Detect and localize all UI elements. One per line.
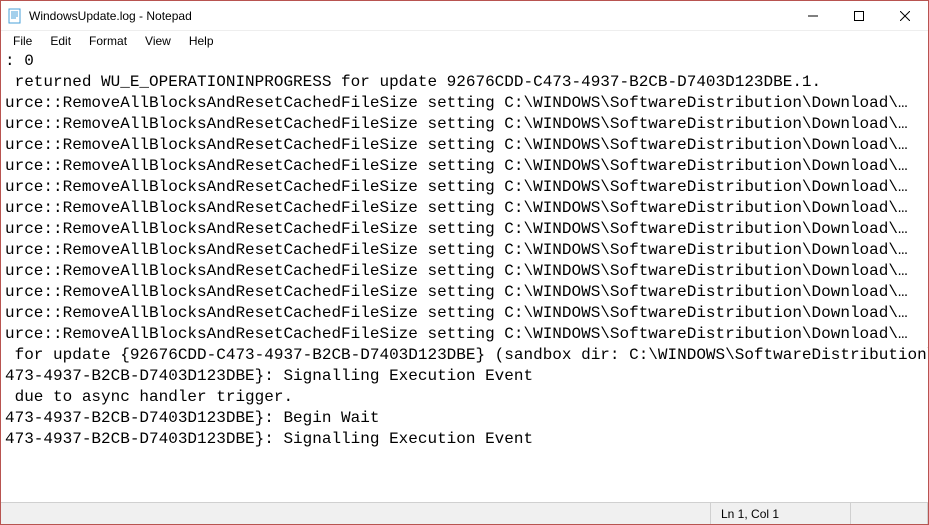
menu-view[interactable]: View [137,32,179,50]
minimize-button[interactable] [790,1,836,30]
menu-edit[interactable]: Edit [42,32,79,50]
menu-format[interactable]: Format [81,32,135,50]
maximize-button[interactable] [836,1,882,30]
statusbar-right [851,503,928,524]
notepad-window: WindowsUpdate.log - Notepad File Edit Fo… [1,1,928,524]
text-content[interactable]: : 0 returned WU_E_OPERATIONINPROGRESS fo… [1,51,928,450]
window-title: WindowsUpdate.log - Notepad [29,9,192,23]
statusbar-left [1,503,711,524]
close-button[interactable] [882,1,928,30]
notepad-icon [7,8,23,24]
menubar: File Edit Format View Help [1,31,928,51]
statusbar-position: Ln 1, Col 1 [711,503,851,524]
menu-file[interactable]: File [5,32,40,50]
statusbar: Ln 1, Col 1 [1,502,928,524]
window-controls [790,1,928,30]
menu-help[interactable]: Help [181,32,222,50]
titlebar[interactable]: WindowsUpdate.log - Notepad [1,1,928,31]
editor-wrap: : 0 returned WU_E_OPERATIONINPROGRESS fo… [1,51,928,502]
text-editor[interactable]: : 0 returned WU_E_OPERATIONINPROGRESS fo… [1,51,928,502]
